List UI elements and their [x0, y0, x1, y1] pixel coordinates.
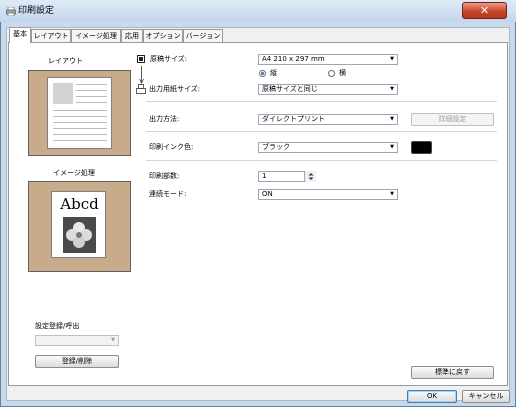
landscape-radio[interactable] [328, 70, 335, 77]
sample-page: Abcd [51, 191, 106, 258]
ink-color-swatch[interactable] [411, 141, 432, 154]
output-printer-icon [136, 84, 146, 94]
continuous-mode-label: 連続モード: [149, 190, 187, 198]
separator [146, 101, 497, 102]
separator [146, 160, 497, 161]
text-line [53, 110, 107, 111]
tab-layout[interactable]: レイアウト [31, 29, 71, 43]
window-title: 印刷設定 [18, 6, 55, 16]
ok-button[interactable]: OK [407, 390, 457, 403]
image-processing-label: イメージ処理 [53, 169, 95, 177]
printer-icon [6, 7, 16, 16]
text-line [76, 90, 107, 91]
paper-size-combo[interactable]: A4 210 x 297 mm ▼ [258, 54, 398, 65]
layout-label: レイアウト [48, 57, 83, 65]
output-method-label: 出力方法: [149, 115, 180, 123]
reset-default-button[interactable]: 標準に戻す [411, 366, 494, 379]
copies-spinner[interactable] [304, 171, 316, 182]
flower-image [63, 217, 96, 253]
portrait-label: 縦 [270, 69, 277, 77]
tab-advanced[interactable]: 応用 [121, 29, 143, 43]
sample-text: Abcd [60, 195, 99, 213]
text-line [53, 128, 107, 129]
paper-size-label: 原稿サイズ: [150, 55, 188, 63]
register-delete-button[interactable]: 登録/削除 [35, 355, 119, 368]
document-icon [137, 55, 145, 63]
spinner-arrows-icon [308, 173, 314, 180]
page-thumbnail [47, 77, 112, 149]
tab-version[interactable]: バージョン [183, 29, 223, 43]
text-line [76, 96, 107, 97]
output-paper-size-combo[interactable]: 原稿サイズと同じ ▼ [258, 84, 398, 95]
text-line [76, 84, 107, 85]
separator [146, 131, 497, 132]
tab-basic[interactable]: 基本 [9, 27, 31, 43]
output-method-combo[interactable]: ダイレクトプリント ▼ [258, 114, 398, 125]
portrait-radio[interactable] [259, 70, 266, 77]
ink-color-label: 印刷インク色: [149, 143, 194, 151]
settings-label: 設定登録/呼出 [35, 322, 80, 330]
tab-options[interactable]: オプション [143, 29, 183, 43]
ink-color-combo[interactable]: ブラック ▼ [258, 142, 398, 153]
text-line [76, 102, 107, 103]
title-bar [0, 0, 516, 22]
image-preview: Abcd [28, 181, 131, 272]
output-paper-size-label: 出力用紙サイズ: [149, 85, 201, 93]
text-line [53, 122, 107, 123]
text-line [53, 140, 107, 141]
layout-preview [28, 70, 131, 156]
cancel-button[interactable]: キャンセル [462, 390, 510, 403]
text-line [53, 116, 107, 117]
landscape-label: 横 [339, 69, 346, 77]
continuous-mode-combo[interactable]: ON ▼ [258, 189, 398, 200]
image-placeholder [53, 83, 73, 104]
tab-image-processing[interactable]: イメージ処理 [71, 29, 121, 43]
copies-label: 印刷部数: [149, 172, 180, 180]
down-arrow-icon [139, 66, 144, 84]
settings-combo[interactable]: ▼ [35, 335, 119, 346]
close-button[interactable]: ✕ [462, 2, 507, 19]
text-line [53, 134, 107, 135]
detail-settings-button[interactable]: 詳細設定 [411, 113, 494, 126]
